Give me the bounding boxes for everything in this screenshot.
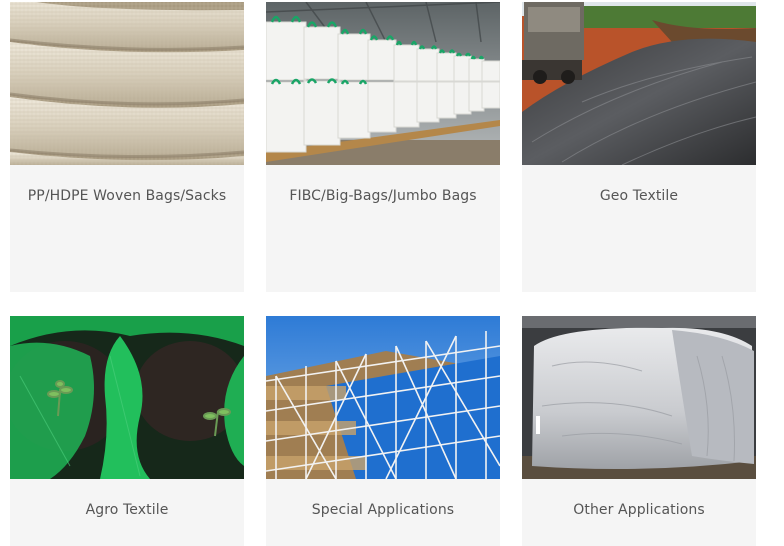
product-grid: PP/HDPE Woven Bags/Sacks FIBC/Big-Bags/J… [0,0,784,546]
scaffolding-image[interactable] [266,316,500,479]
product-label[interactable]: PP/HDPE Woven Bags/Sacks [10,165,244,204]
product-label[interactable]: Special Applications [266,479,500,518]
grow-bags-image[interactable] [10,316,244,479]
product-card-special-applications[interactable]: Special Applications [266,316,500,546]
container-liner-image[interactable] [522,316,756,479]
product-label[interactable]: Agro Textile [10,479,244,518]
product-card-geo-textile[interactable]: Geo Textile [522,2,756,292]
geotextile-image[interactable] [522,2,756,165]
product-label[interactable]: FIBC/Big-Bags/Jumbo Bags [266,165,500,204]
product-card-woven-bags[interactable]: PP/HDPE Woven Bags/Sacks [10,2,244,292]
product-label[interactable]: Geo Textile [522,165,756,204]
product-card-other-applications[interactable]: Other Applications [522,316,756,546]
jumbo-bags-image[interactable] [266,2,500,165]
woven-sacks-image[interactable] [10,2,244,165]
product-card-fibc-bags[interactable]: FIBC/Big-Bags/Jumbo Bags [266,2,500,292]
product-label[interactable]: Other Applications [522,479,756,518]
product-card-agro-textile[interactable]: Agro Textile [10,316,244,546]
